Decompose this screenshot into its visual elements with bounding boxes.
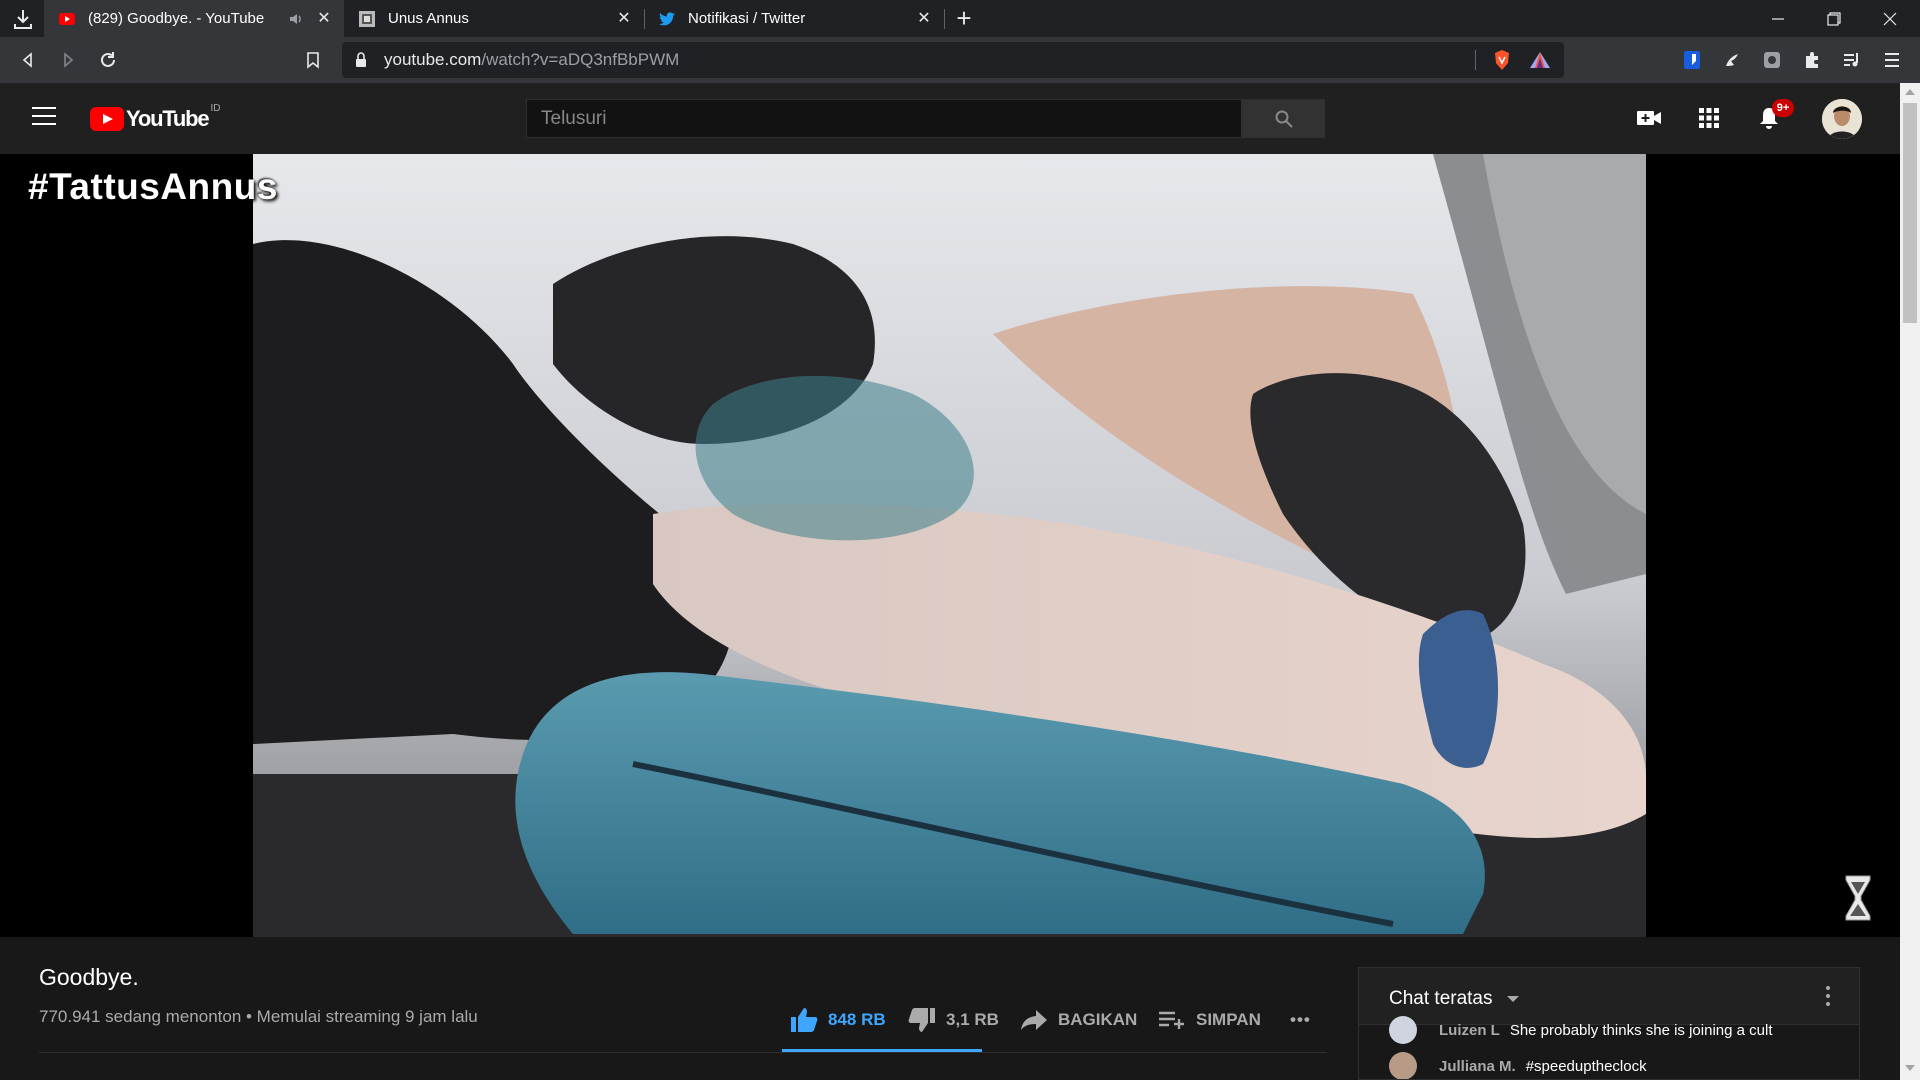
tab-title: (829) Goodbye. - YouTube xyxy=(88,10,265,27)
apps-grid-icon[interactable] xyxy=(1696,105,1722,131)
chat-more-options-icon[interactable] xyxy=(1825,986,1831,1008)
tab-separator xyxy=(944,9,945,29)
video-player[interactable]: #TattusAnnus xyxy=(0,154,1900,937)
dislike-count: 3,1 RB xyxy=(946,1010,999,1029)
chat-message: Julliana M. #speeduptheclock xyxy=(1389,1052,1647,1079)
save-button[interactable]: SIMPAN xyxy=(1158,1005,1261,1035)
chat-author-avatar[interactable] xyxy=(1389,1016,1417,1044)
youtube-icon xyxy=(59,12,75,25)
downloads-icon[interactable] xyxy=(10,6,36,32)
url-text[interactable]: youtube.com/watch?v=aDQ3nfBbPWM xyxy=(384,42,679,78)
playlist-add-icon xyxy=(1159,1011,1184,1029)
speaker-icon[interactable] xyxy=(288,10,306,28)
more-actions-icon: ••• xyxy=(1290,1010,1311,1029)
unus-annus-icon xyxy=(359,10,375,27)
tab-title: Unus Annus xyxy=(388,10,469,27)
search-icon xyxy=(1275,110,1293,128)
scroll-up-arrow[interactable] xyxy=(1905,89,1915,95)
restore-button[interactable] xyxy=(1806,0,1862,37)
youtube-play-icon xyxy=(90,107,124,131)
thumbs-up-icon xyxy=(791,1008,818,1032)
media-controls-icon[interactable] xyxy=(1840,48,1864,72)
brave-shields-icon[interactable] xyxy=(1490,48,1514,72)
tab-youtube[interactable]: (829) Goodbye. - YouTube ✕ xyxy=(44,0,344,37)
tab-twitter[interactable]: Notifikasi / Twitter ✕ xyxy=(644,0,944,37)
back-button[interactable] xyxy=(16,48,40,72)
create-video-icon[interactable] xyxy=(1636,105,1662,131)
chat-message: Luizen L She probably thinks she is join… xyxy=(1389,1016,1772,1044)
close-tab-icon[interactable]: ✕ xyxy=(314,9,334,29)
like-count: 848 RB xyxy=(828,1010,886,1029)
share-button[interactable]: BAGIKAN xyxy=(1020,1005,1137,1035)
lock-icon[interactable] xyxy=(354,51,368,69)
chat-author-name[interactable]: Luizen L xyxy=(1439,1022,1500,1039)
chat-author-avatar[interactable] xyxy=(1389,1052,1417,1079)
extension-app-icon[interactable] xyxy=(1760,48,1784,72)
omnibox-divider xyxy=(1475,50,1476,70)
reload-button[interactable] xyxy=(96,48,120,72)
guide-menu-icon[interactable] xyxy=(32,107,56,127)
browser-menu-icon[interactable] xyxy=(1880,48,1904,72)
forward-button[interactable] xyxy=(56,48,80,72)
like-button[interactable]: 848 RB xyxy=(790,1005,886,1035)
youtube-header: YouTube ID 9+ xyxy=(0,83,1900,154)
channel-watermark-hourglass-icon[interactable] xyxy=(1843,874,1873,922)
tab-title: Notifikasi / Twitter xyxy=(688,10,806,27)
youtube-wordmark: YouTube xyxy=(126,106,210,131)
tab-unus-annus[interactable]: Unus Annus ✕ xyxy=(344,0,644,37)
chat-mode-selector[interactable]: Chat teratas xyxy=(1389,988,1493,1010)
browser-tab-bar: (829) Goodbye. - YouTube ✕ Unus Annus ✕ … xyxy=(0,0,1920,37)
scroll-down-arrow[interactable] xyxy=(1905,1065,1915,1071)
address-bar[interactable]: youtube.com/watch?v=aDQ3nfBbPWM xyxy=(342,42,1564,78)
close-tab-icon[interactable]: ✕ xyxy=(914,9,934,29)
new-tab-button[interactable]: + xyxy=(950,4,978,32)
video-view-info: 770.941 sedang menonton • Memulai stream… xyxy=(39,1007,478,1026)
video-still-image xyxy=(253,154,1646,937)
reddit-enhancement-icon[interactable] xyxy=(1720,48,1744,72)
share-arrow-icon xyxy=(1021,1010,1047,1030)
country-code: ID xyxy=(210,103,221,114)
info-divider xyxy=(39,1052,1327,1053)
bitwarden-icon[interactable] xyxy=(1680,48,1704,72)
chat-message-text: She probably thinks she is joining a cul… xyxy=(1509,1021,1773,1039)
youtube-logo[interactable]: YouTube ID xyxy=(90,103,220,131)
search-input[interactable] xyxy=(526,99,1242,138)
page-scrollbar[interactable] xyxy=(1900,83,1920,1080)
brave-rewards-icon[interactable] xyxy=(1528,48,1552,72)
close-tab-icon[interactable]: ✕ xyxy=(614,9,634,29)
scrollbar-thumb[interactable] xyxy=(1903,103,1917,323)
browser-toolbar: youtube.com/watch?v=aDQ3nfBbPWM xyxy=(0,37,1920,83)
close-window-button[interactable] xyxy=(1862,0,1918,37)
twitter-icon xyxy=(659,11,675,25)
save-label: SIMPAN xyxy=(1196,1010,1261,1029)
thumbs-down-icon xyxy=(908,1008,935,1032)
video-title: Goodbye. xyxy=(39,964,139,990)
chevron-down-icon[interactable] xyxy=(1507,996,1519,1002)
share-label: BAGIKAN xyxy=(1058,1010,1138,1029)
video-overlay-hashtag: #TattusAnnus xyxy=(28,166,278,207)
notification-badge: 9+ xyxy=(1772,99,1794,117)
video-frame[interactable] xyxy=(253,154,1646,937)
extensions-puzzle-icon[interactable] xyxy=(1800,48,1824,72)
chat-author-name[interactable]: Julliana M. xyxy=(1439,1058,1516,1075)
minimize-button[interactable] xyxy=(1750,0,1806,37)
more-actions-button[interactable]: ••• xyxy=(1290,1005,1311,1035)
search-bar xyxy=(526,99,1325,138)
live-chat-panel: Chat teratas Luizen L She probably think… xyxy=(1358,967,1860,1080)
dislike-button[interactable]: 3,1 RB xyxy=(908,1005,999,1035)
bookmark-icon[interactable] xyxy=(301,48,325,72)
account-avatar[interactable] xyxy=(1822,99,1862,139)
search-button[interactable] xyxy=(1242,99,1325,138)
chat-message-text: #speeduptheclock xyxy=(1525,1057,1647,1075)
